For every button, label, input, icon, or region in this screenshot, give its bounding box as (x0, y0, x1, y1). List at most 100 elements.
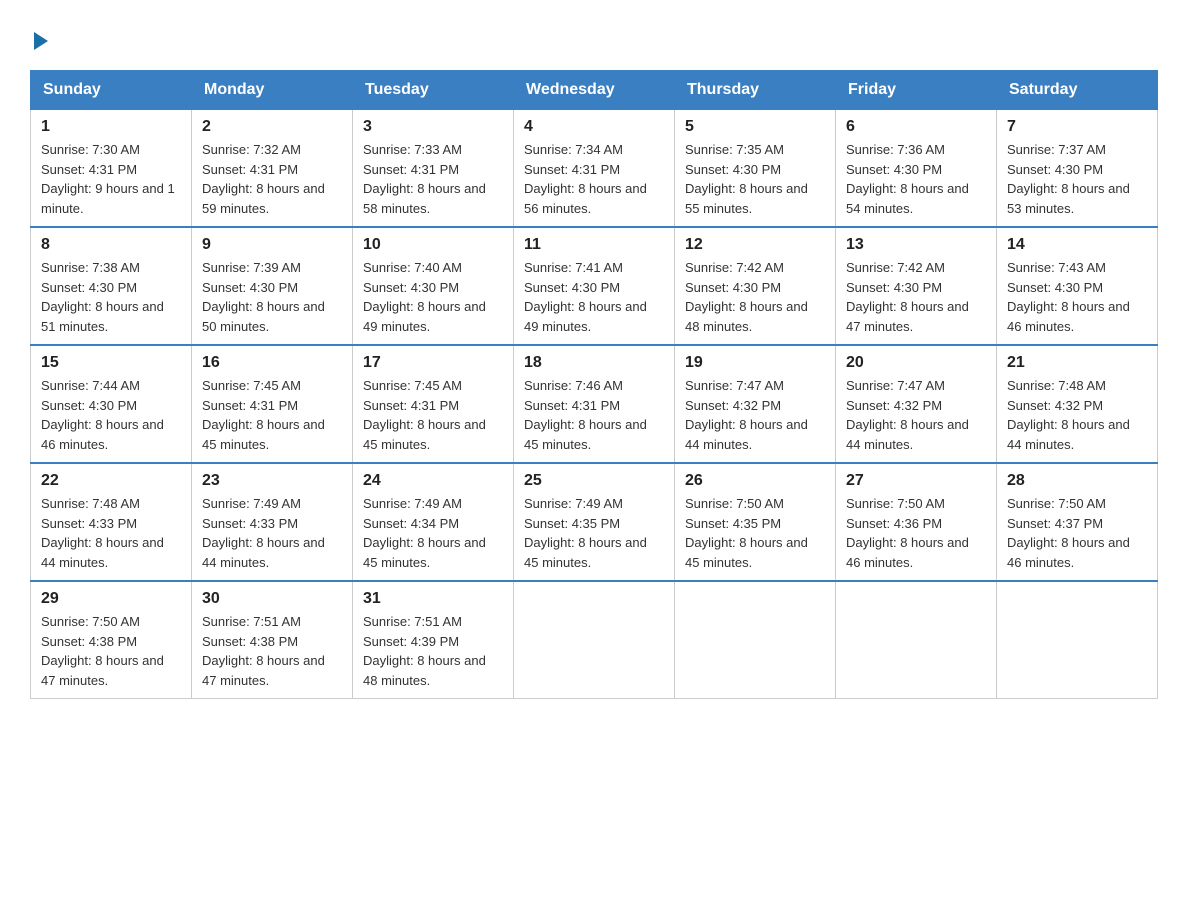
day-info: Sunrise: 7:39 AMSunset: 4:30 PMDaylight:… (202, 260, 325, 334)
day-number: 31 (363, 590, 503, 608)
calendar-cell: 20 Sunrise: 7:47 AMSunset: 4:32 PMDaylig… (836, 345, 997, 463)
calendar-cell: 26 Sunrise: 7:50 AMSunset: 4:35 PMDaylig… (675, 463, 836, 581)
calendar-cell: 23 Sunrise: 7:49 AMSunset: 4:33 PMDaylig… (192, 463, 353, 581)
calendar-cell: 27 Sunrise: 7:50 AMSunset: 4:36 PMDaylig… (836, 463, 997, 581)
calendar-cell: 5 Sunrise: 7:35 AMSunset: 4:30 PMDayligh… (675, 110, 836, 228)
calendar-cell (836, 581, 997, 699)
calendar-table: SundayMondayTuesdayWednesdayThursdayFrid… (30, 70, 1158, 699)
day-number: 22 (41, 472, 181, 490)
day-info: Sunrise: 7:41 AMSunset: 4:30 PMDaylight:… (524, 260, 647, 334)
page-header (30, 20, 1158, 50)
day-info: Sunrise: 7:36 AMSunset: 4:30 PMDaylight:… (846, 142, 969, 216)
day-header-thursday: Thursday (675, 71, 836, 110)
calendar-cell: 16 Sunrise: 7:45 AMSunset: 4:31 PMDaylig… (192, 345, 353, 463)
day-number: 9 (202, 236, 342, 254)
calendar-week-row: 1 Sunrise: 7:30 AMSunset: 4:31 PMDayligh… (31, 110, 1158, 228)
calendar-cell: 9 Sunrise: 7:39 AMSunset: 4:30 PMDayligh… (192, 227, 353, 345)
day-number: 12 (685, 236, 825, 254)
day-number: 5 (685, 118, 825, 136)
calendar-cell: 22 Sunrise: 7:48 AMSunset: 4:33 PMDaylig… (31, 463, 192, 581)
calendar-week-row: 15 Sunrise: 7:44 AMSunset: 4:30 PMDaylig… (31, 345, 1158, 463)
day-number: 7 (1007, 118, 1147, 136)
day-info: Sunrise: 7:42 AMSunset: 4:30 PMDaylight:… (685, 260, 808, 334)
day-header-wednesday: Wednesday (514, 71, 675, 110)
day-info: Sunrise: 7:33 AMSunset: 4:31 PMDaylight:… (363, 142, 486, 216)
day-info: Sunrise: 7:43 AMSunset: 4:30 PMDaylight:… (1007, 260, 1130, 334)
day-number: 18 (524, 354, 664, 372)
day-number: 25 (524, 472, 664, 490)
calendar-cell: 2 Sunrise: 7:32 AMSunset: 4:31 PMDayligh… (192, 110, 353, 228)
day-number: 27 (846, 472, 986, 490)
calendar-cell (997, 581, 1158, 699)
day-number: 11 (524, 236, 664, 254)
calendar-cell: 12 Sunrise: 7:42 AMSunset: 4:30 PMDaylig… (675, 227, 836, 345)
day-number: 29 (41, 590, 181, 608)
day-header-friday: Friday (836, 71, 997, 110)
day-info: Sunrise: 7:34 AMSunset: 4:31 PMDaylight:… (524, 142, 647, 216)
calendar-cell: 1 Sunrise: 7:30 AMSunset: 4:31 PMDayligh… (31, 110, 192, 228)
day-number: 26 (685, 472, 825, 490)
calendar-cell (514, 581, 675, 699)
day-number: 19 (685, 354, 825, 372)
calendar-cell: 19 Sunrise: 7:47 AMSunset: 4:32 PMDaylig… (675, 345, 836, 463)
calendar-cell: 17 Sunrise: 7:45 AMSunset: 4:31 PMDaylig… (353, 345, 514, 463)
day-info: Sunrise: 7:48 AMSunset: 4:33 PMDaylight:… (41, 496, 164, 570)
logo-blue-text (30, 30, 48, 50)
calendar-cell: 28 Sunrise: 7:50 AMSunset: 4:37 PMDaylig… (997, 463, 1158, 581)
day-number: 8 (41, 236, 181, 254)
day-info: Sunrise: 7:38 AMSunset: 4:30 PMDaylight:… (41, 260, 164, 334)
day-number: 13 (846, 236, 986, 254)
day-info: Sunrise: 7:49 AMSunset: 4:34 PMDaylight:… (363, 496, 486, 570)
day-number: 15 (41, 354, 181, 372)
day-info: Sunrise: 7:51 AMSunset: 4:39 PMDaylight:… (363, 614, 486, 688)
day-info: Sunrise: 7:45 AMSunset: 4:31 PMDaylight:… (363, 378, 486, 452)
calendar-week-row: 29 Sunrise: 7:50 AMSunset: 4:38 PMDaylig… (31, 581, 1158, 699)
logo (30, 30, 48, 50)
day-number: 24 (363, 472, 503, 490)
day-info: Sunrise: 7:44 AMSunset: 4:30 PMDaylight:… (41, 378, 164, 452)
day-info: Sunrise: 7:40 AMSunset: 4:30 PMDaylight:… (363, 260, 486, 334)
day-info: Sunrise: 7:50 AMSunset: 4:37 PMDaylight:… (1007, 496, 1130, 570)
day-number: 21 (1007, 354, 1147, 372)
day-info: Sunrise: 7:46 AMSunset: 4:31 PMDaylight:… (524, 378, 647, 452)
day-info: Sunrise: 7:30 AMSunset: 4:31 PMDaylight:… (41, 142, 175, 216)
day-number: 20 (846, 354, 986, 372)
calendar-cell: 10 Sunrise: 7:40 AMSunset: 4:30 PMDaylig… (353, 227, 514, 345)
day-number: 23 (202, 472, 342, 490)
calendar-cell: 25 Sunrise: 7:49 AMSunset: 4:35 PMDaylig… (514, 463, 675, 581)
day-info: Sunrise: 7:37 AMSunset: 4:30 PMDaylight:… (1007, 142, 1130, 216)
calendar-week-row: 8 Sunrise: 7:38 AMSunset: 4:30 PMDayligh… (31, 227, 1158, 345)
calendar-cell: 30 Sunrise: 7:51 AMSunset: 4:38 PMDaylig… (192, 581, 353, 699)
calendar-cell: 8 Sunrise: 7:38 AMSunset: 4:30 PMDayligh… (31, 227, 192, 345)
day-info: Sunrise: 7:35 AMSunset: 4:30 PMDaylight:… (685, 142, 808, 216)
calendar-cell: 21 Sunrise: 7:48 AMSunset: 4:32 PMDaylig… (997, 345, 1158, 463)
day-info: Sunrise: 7:48 AMSunset: 4:32 PMDaylight:… (1007, 378, 1130, 452)
day-number: 17 (363, 354, 503, 372)
day-header-saturday: Saturday (997, 71, 1158, 110)
calendar-body: 1 Sunrise: 7:30 AMSunset: 4:31 PMDayligh… (31, 110, 1158, 699)
day-header-tuesday: Tuesday (353, 71, 514, 110)
calendar-cell: 29 Sunrise: 7:50 AMSunset: 4:38 PMDaylig… (31, 581, 192, 699)
logo-arrow-icon (34, 32, 48, 50)
day-number: 6 (846, 118, 986, 136)
day-info: Sunrise: 7:49 AMSunset: 4:33 PMDaylight:… (202, 496, 325, 570)
calendar-cell: 11 Sunrise: 7:41 AMSunset: 4:30 PMDaylig… (514, 227, 675, 345)
day-info: Sunrise: 7:50 AMSunset: 4:38 PMDaylight:… (41, 614, 164, 688)
day-info: Sunrise: 7:47 AMSunset: 4:32 PMDaylight:… (685, 378, 808, 452)
calendar-cell: 14 Sunrise: 7:43 AMSunset: 4:30 PMDaylig… (997, 227, 1158, 345)
calendar-cell (675, 581, 836, 699)
day-info: Sunrise: 7:50 AMSunset: 4:36 PMDaylight:… (846, 496, 969, 570)
day-info: Sunrise: 7:42 AMSunset: 4:30 PMDaylight:… (846, 260, 969, 334)
calendar-cell: 31 Sunrise: 7:51 AMSunset: 4:39 PMDaylig… (353, 581, 514, 699)
day-info: Sunrise: 7:45 AMSunset: 4:31 PMDaylight:… (202, 378, 325, 452)
day-info: Sunrise: 7:50 AMSunset: 4:35 PMDaylight:… (685, 496, 808, 570)
day-number: 4 (524, 118, 664, 136)
calendar-cell: 15 Sunrise: 7:44 AMSunset: 4:30 PMDaylig… (31, 345, 192, 463)
day-number: 16 (202, 354, 342, 372)
calendar-header-row: SundayMondayTuesdayWednesdayThursdayFrid… (31, 71, 1158, 110)
day-number: 3 (363, 118, 503, 136)
day-number: 10 (363, 236, 503, 254)
day-number: 30 (202, 590, 342, 608)
day-info: Sunrise: 7:32 AMSunset: 4:31 PMDaylight:… (202, 142, 325, 216)
day-info: Sunrise: 7:51 AMSunset: 4:38 PMDaylight:… (202, 614, 325, 688)
